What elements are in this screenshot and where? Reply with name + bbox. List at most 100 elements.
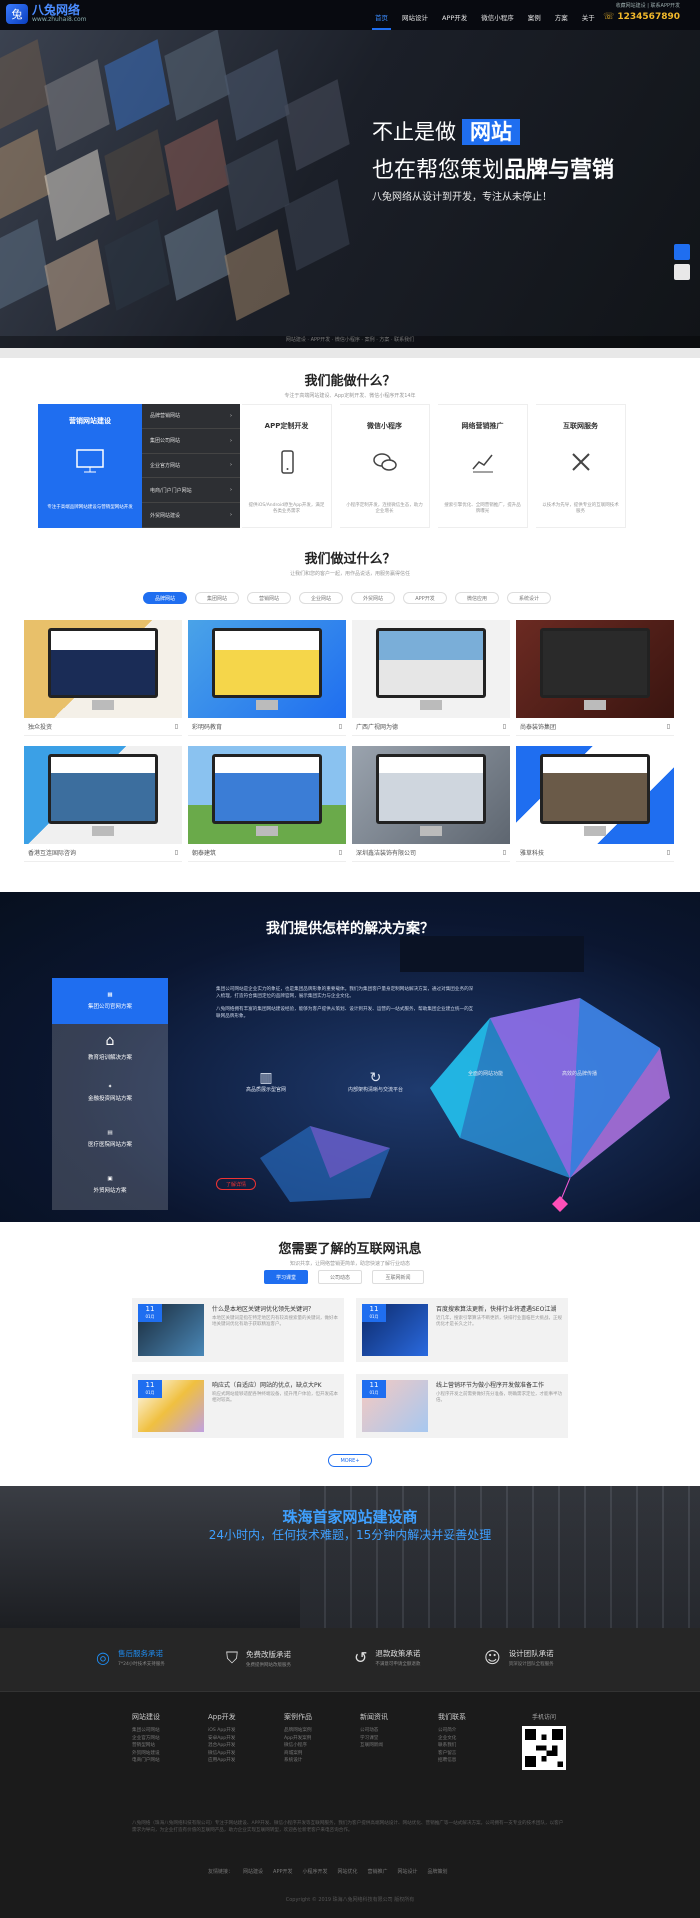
chevron-right-icon: › [230,437,232,444]
nav-cases[interactable]: 案例 [521,0,548,30]
tab-foreign[interactable]: 外贸网站 [351,592,395,604]
learn-more-button[interactable]: 了解详情 [216,1178,256,1190]
tab-company-news[interactable]: 公司动态 [318,1270,362,1284]
nav-mini-program[interactable]: 微信小程序 [474,0,521,30]
footer-link[interactable]: 外贸网站建设 [132,1750,160,1758]
case-card[interactable]: 香港互连国际咨询 ▯ [24,746,182,862]
news-date: 11 01月 [138,1380,162,1398]
footer-link[interactable]: 品牌网站案例 [284,1727,312,1735]
footer-link[interactable]: 客户留言 [438,1750,466,1758]
solution-item-medical[interactable]: ▤ 医疗医院网站方案 [52,1116,168,1162]
news-card[interactable]: 11 01月 线上营销环节为做小程序开发做准备工作 小程序开发之前需要做好充分准备，… [356,1374,568,1438]
tab-enterprise[interactable]: 企业网站 [299,592,343,604]
monitor-stand [256,700,278,710]
case-card[interactable]: 深圳鑫洁装饰有限公司 ▯ [352,746,510,862]
case-card[interactable]: 彩明码教育 ▯ [188,620,346,736]
service-wechat[interactable]: 微信小程序 小程序定制开发，连接微信生态，助力企业增长 [340,404,430,528]
nav-app-dev[interactable]: APP开发 [435,0,474,30]
footer-link[interactable]: 应用App开发 [208,1757,236,1765]
promise-title: 售后服务承诺 [117,1649,163,1658]
float-service-button[interactable] [674,244,690,260]
tab-brand[interactable]: 品牌网站 [143,592,187,604]
friend-link[interactable]: 网站优化 [338,1868,358,1875]
news-card[interactable]: 11 01月 什么是本地区关键词优化领先关键词？ 本地区关键词是指在特定地区内有较高… [132,1298,344,1362]
tab-marketing[interactable]: 营销网站 [247,592,291,604]
news-card[interactable]: 11 01月 响应式（自适应）网站的优点，缺点大PK 响应式网站能够适配各种终端设备… [132,1374,344,1438]
case-card[interactable]: 朝泰建筑 ▯ [188,746,346,862]
case-card[interactable]: 广西广视网为德 ▯ [352,620,510,736]
footer-link[interactable]: 电商门户网站 [132,1757,160,1765]
more-news-button[interactable]: MORE+ [328,1454,372,1467]
service-menu-item[interactable]: 企业官方网站 › [142,454,240,479]
service-title: 微信小程序 [367,422,402,430]
nav-web-design[interactable]: 网站设计 [395,0,435,30]
solution-item-finance[interactable]: ✦ 金融投资网站方案 [52,1070,168,1116]
logo[interactable]: 兔 八兔网络 www.zhuhai8.com [6,4,87,24]
service-marketing[interactable]: 网络营销推广 搜索引擎优化、全网营销推广，提升品牌曝光 [438,404,528,528]
friend-link[interactable]: 营销推广 [368,1868,388,1875]
service-menu-item[interactable]: 品牌营销网站 › [142,404,240,429]
blurred-gem [260,1126,390,1202]
footer-link[interactable]: 营销型网站 [132,1742,160,1750]
tab-group[interactable]: 集团网站 [195,592,239,604]
promise-item: ↺ 退款政策承诺 不满意可申请全额退款 [354,1648,420,1667]
footer-link[interactable]: 公司简介 [438,1727,466,1735]
phone-number: 1234567890 [617,12,680,22]
service-menu-item[interactable]: 集团公司网站 › [142,429,240,454]
footer-link[interactable]: 系统设计 [284,1757,312,1765]
case-card[interactable]: 独众投资 ▯ [24,620,182,736]
footer-link[interactable]: 微信小程序 [284,1742,312,1750]
friend-link[interactable]: 网站建设 [243,1868,263,1875]
tab-wechat[interactable]: 微信应用 [455,592,499,604]
nav-solutions[interactable]: 方案 [548,0,575,30]
friend-link[interactable]: 小程序开发 [302,1868,327,1875]
solution-item-foreign[interactable]: ▣ 外贸网站方案 [52,1162,168,1208]
top-links[interactable]: 收藏网站建设 | 联系APP开发 [616,2,680,9]
nav-home[interactable]: 首页 [368,0,395,30]
footer-link[interactable]: 集团公司网站 [132,1727,160,1735]
featured-service-card[interactable]: 营销网站建设 专注于高端品牌网站建设与营销型网站开发 [38,404,142,528]
friend-link[interactable]: 品牌策划 [428,1868,448,1875]
date-day: 11 [145,1381,155,1389]
footer-link[interactable]: 互联网新闻 [360,1742,388,1750]
title-backdrop [400,936,584,972]
tab-learning[interactable]: 学习课堂 [264,1270,308,1284]
nav-about[interactable]: 关于 [575,0,602,30]
footer-link[interactable]: 公司动态 [360,1727,388,1735]
float-qr-button[interactable] [674,264,690,280]
showcase-tile [284,79,350,171]
tab-system[interactable]: 系统设计 [507,592,551,604]
footer-link[interactable]: 企业官方网站 [132,1735,160,1743]
case-image [24,746,182,844]
footer-link[interactable]: iOS App开发 [208,1727,236,1735]
tab-internet-news[interactable]: 互联网新闻 [372,1270,424,1284]
tab-app[interactable]: APP开发 [403,592,447,604]
service-app[interactable]: APP定制开发 提供iOS/Android原生App开发，满足各类业务需求 [242,404,332,528]
footer-link[interactable]: 联系我们 [438,1742,466,1750]
menu-label: 外贸网站建设 [150,512,181,519]
solution-item-group[interactable]: ▦ 集团公司官网方案 [52,978,168,1024]
banner-title: 珠海首家网站建设商 [282,1508,418,1526]
footer-link[interactable]: 微信App开发 [208,1750,236,1758]
friend-link[interactable]: 网站设计 [398,1868,418,1875]
friend-link[interactable]: APP开发 [273,1868,292,1875]
footer-link[interactable]: 招聘信息 [438,1757,466,1765]
footer-link[interactable]: 混合App开发 [208,1742,236,1750]
service-menu-item[interactable]: 电商/门户门户网站 › [142,478,240,504]
solution-item-education[interactable]: ⌂ 教育培训解决方案 [52,1024,168,1070]
footer-link[interactable]: 商城案例 [284,1750,312,1758]
footer-link[interactable]: 企业文化 [438,1735,466,1743]
footer-link[interactable]: 学习课堂 [360,1735,388,1743]
friend-links: 友情链接： 网站建设 APP开发 小程序开发 网站优化 营销推广 网站设计 品牌… [208,1868,448,1875]
showcase-tile [44,239,110,331]
promise-bar: ◎ 售后服务承诺 7*24小时技术支持服务 ⛉ 免费改版承诺 免费提供网站改版服务 … [0,1628,700,1692]
service-menu-item[interactable]: 外贸网站建设 › [142,503,240,528]
wechat-icon [372,453,397,471]
footer-link[interactable]: App开发案例 [284,1735,312,1743]
case-card[interactable]: 雅草科技 ▯ [516,746,674,862]
news-card[interactable]: 11 01月 百度搜索算法更新，快排行业将遭遇SEO江湖 近几年，搜索引擎算法不断更… [356,1298,568,1362]
case-footer: 朝泰建筑 ▯ [188,844,346,862]
case-card[interactable]: 尚泰装饰集团 ▯ [516,620,674,736]
footer-link[interactable]: 安卓App开发 [208,1735,236,1743]
service-internet[interactable]: 互联网服务 以技术为先导，提供专业的互联网技术服务 [536,404,626,528]
